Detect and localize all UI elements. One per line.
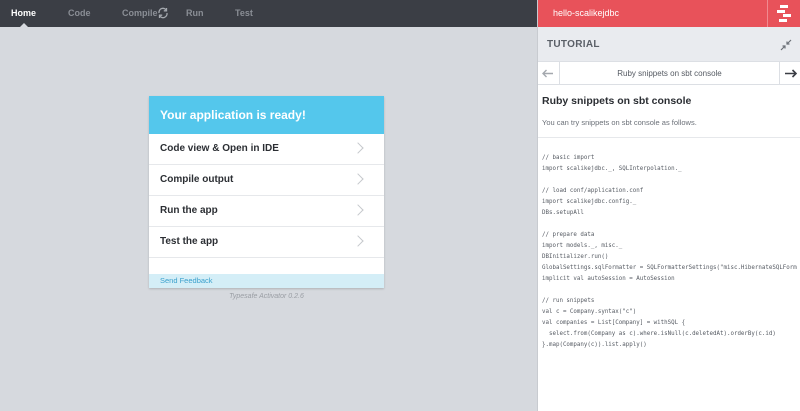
row-test-app-label: Test the app [160,236,219,247]
version-text: Typesafe Activator 0.2.6 [229,293,304,300]
row-test-app[interactable]: Test the app [149,227,384,258]
row-compile-output-label: Compile output [160,174,234,185]
row-compile-output[interactable]: Compile output [149,165,384,196]
project-bar: hello-scalikejdbc [537,0,767,27]
project-name[interactable]: hello-scalikejdbc [553,0,619,27]
row-run-app[interactable]: Run the app [149,196,384,227]
divider [537,137,800,138]
prev-step-button[interactable] [537,62,560,85]
welcome-card: Your application is ready! Code view & O… [149,96,384,288]
chevron-right-icon [352,142,364,154]
sync-icon[interactable] [157,7,169,19]
code-line: import models._, misc._ [542,243,623,249]
code-line: }.map(Company(c)).list.apply() [542,342,647,348]
chevron-right-icon [352,235,364,247]
activator-logo-icon[interactable] [767,0,800,27]
panel-divider [537,0,538,411]
code-line: // prepare data [542,232,595,238]
row-code-view[interactable]: Code view & Open in IDE [149,134,384,165]
next-step-button[interactable] [779,62,800,85]
code-block: // basic import import scalikejdbc._, SQL… [542,153,800,351]
tutorial-header: TUTORIAL [537,27,800,62]
tutorial-nav: Ruby snippets on sbt console [537,62,800,85]
nav-test[interactable]: Test [235,0,253,27]
code-line: // basic import [542,155,595,161]
logo-shape [777,5,791,22]
code-line: import scalikejdbc.config._ [542,199,637,205]
code-line: DBInitializer.run() [542,254,609,260]
nav-run[interactable]: Run [186,0,204,27]
nav-home[interactable]: Home [11,0,36,27]
code-line: val companies = List[Company] = withSQL … [542,320,686,326]
nav-home-label: Home [11,8,37,18]
row-code-view-label: Code view & Open in IDE [160,143,279,154]
code-line: DBs.setupAll [542,210,584,216]
code-line: GlobalSettings.sqlFormatter = SQLFormatt… [542,265,797,271]
main-area: Your application is ready! Code view & O… [0,27,537,411]
nav-compile-label: Compile [122,8,158,18]
tutorial-intro: You can try snippets on sbt console as f… [542,118,697,127]
nav-test-label: Test [235,8,253,18]
chevron-right-icon [352,173,364,185]
arrow-left-icon [542,69,553,78]
code-line: select.from(Company as c).where.isNull(c… [542,331,776,337]
nav-code-label: Code [68,8,91,18]
code-line: val c = Company.syntax("c") [542,309,637,315]
code-line: // load conf/application.conf [542,188,644,194]
code-line: implicit val autoSession = AutoSession [542,276,675,282]
nav-run-label: Run [186,8,204,18]
top-nav: Home Code Compile Run Test [0,0,537,27]
code-line: import scalikejdbc._, SQLInterpolation._ [542,166,682,172]
tutorial-title: TUTORIAL [547,39,600,50]
nav-code[interactable]: Code [68,0,91,27]
tutorial-heading: Ruby snippets on sbt console [542,95,692,107]
tutorial-body: Ruby snippets on sbt console You can try… [537,85,800,411]
code-line: // run snippets [542,298,595,304]
tutorial-step-title[interactable]: Ruby snippets on sbt console [560,62,779,85]
arrow-right-icon [785,69,798,78]
send-feedback-link[interactable]: Send Feedback [149,274,384,288]
collapse-icon[interactable] [780,39,792,51]
card-title: Your application is ready! [149,96,384,134]
chevron-right-icon [352,204,364,216]
row-run-app-label: Run the app [160,205,218,216]
nav-compile[interactable]: Compile [122,0,158,27]
